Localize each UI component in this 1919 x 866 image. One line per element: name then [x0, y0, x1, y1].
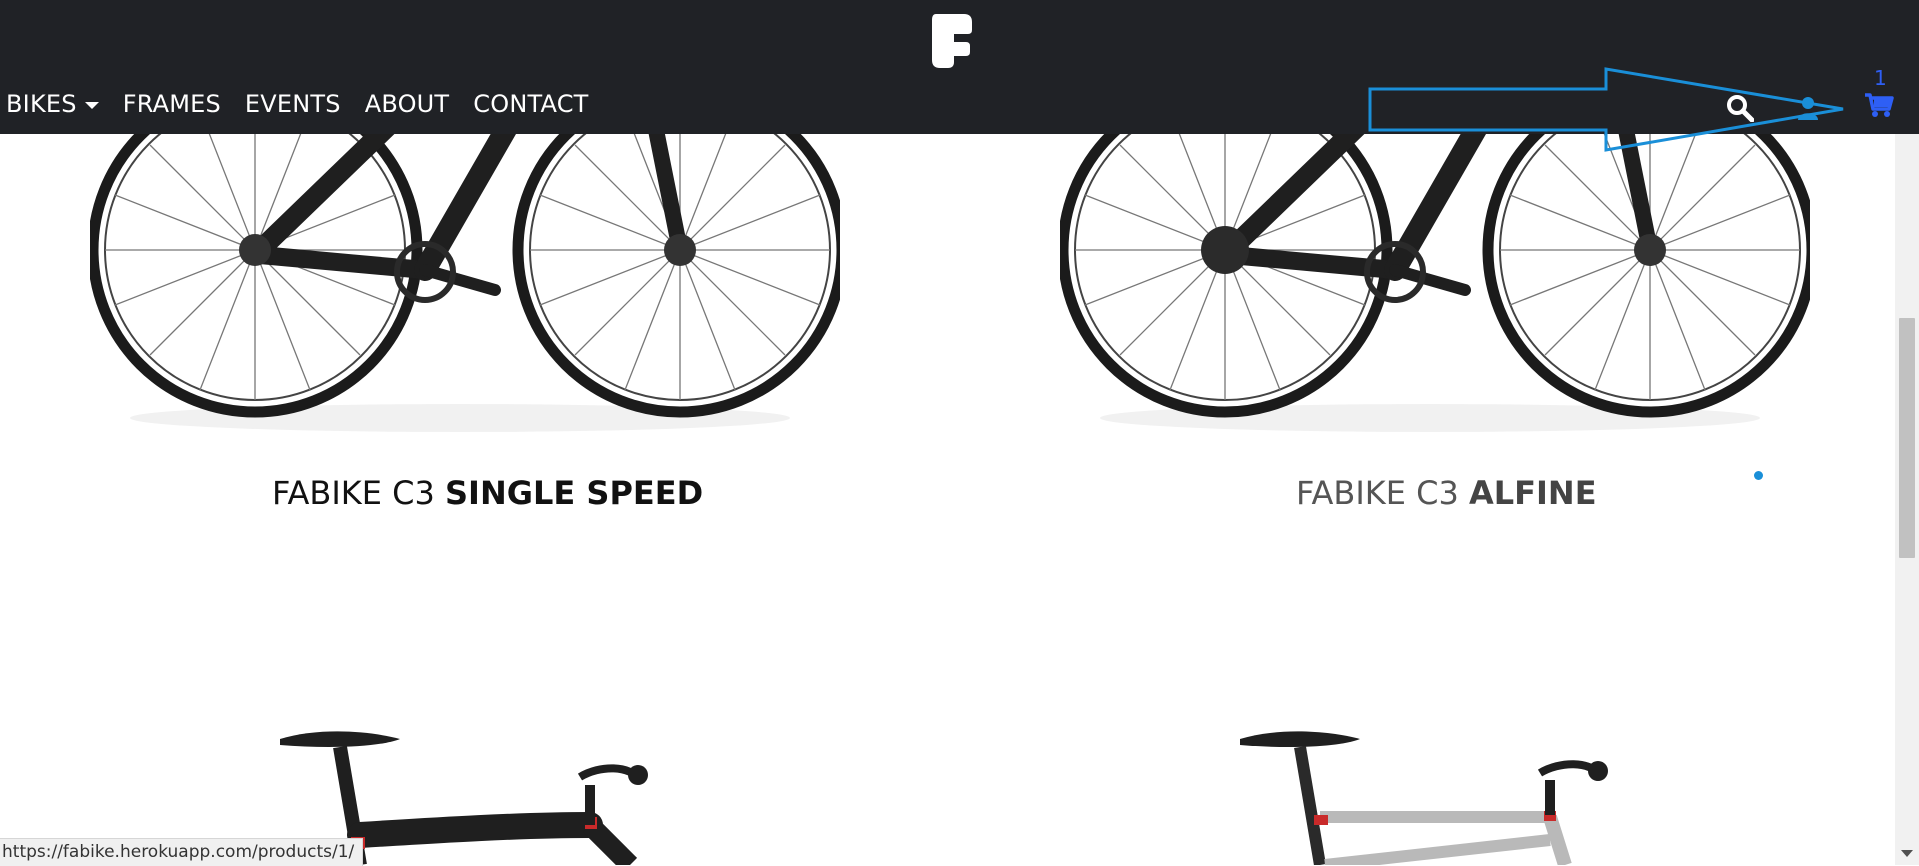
product-model: SINGLE SPEED [445, 474, 704, 512]
nav-contact-label: CONTACT [473, 90, 589, 118]
browser-status-url: https://fabike.herokuapp.com/products/1/ [0, 838, 364, 866]
nav-bikes-label: BIKES [6, 90, 77, 118]
nav-events-label: EVENTS [244, 90, 341, 118]
product-model: ALFINE [1469, 474, 1597, 512]
product-title-single-speed[interactable]: FABIKE C3 SINGLE SPEED [272, 474, 703, 512]
nav-events[interactable]: EVENTS [245, 90, 341, 118]
product-image-alfine[interactable] [1060, 100, 1810, 440]
product-image-single-speed[interactable] [90, 100, 840, 440]
user-icon[interactable] [1797, 96, 1819, 120]
cart-count-badge: 1 [1874, 66, 1887, 90]
product-brand: FABIKE C3 [1296, 474, 1469, 512]
top-navbar: BIKES FRAMES EVENTS ABOUT CONTACT 1 [0, 0, 1919, 134]
scrollbar-thumb[interactable] [1899, 318, 1915, 558]
nav-frames-label: FRAMES [122, 90, 221, 118]
cart-button[interactable]: 1 [1862, 68, 1902, 122]
search-icon[interactable] [1726, 94, 1754, 122]
cart-icon [1865, 93, 1894, 117]
fabike-logo-icon[interactable] [930, 12, 976, 70]
nav-frames[interactable]: FRAMES [123, 90, 221, 118]
cursor-dot [1754, 471, 1763, 480]
nav-contact[interactable]: CONTACT [473, 90, 588, 118]
nav-about-label: ABOUT [364, 90, 450, 118]
product-image-steel-frame[interactable] [1230, 725, 1670, 865]
scroll-down-arrow-icon[interactable] [1901, 850, 1913, 857]
product-brand: FABIKE C3 [272, 474, 445, 512]
nav-about[interactable]: ABOUT [365, 90, 450, 118]
caret-down-icon [84, 101, 99, 109]
main-menu: BIKES FRAMES EVENTS ABOUT CONTACT [6, 90, 589, 118]
product-title-alfine[interactable]: FABIKE C3 ALFINE [1296, 474, 1597, 512]
nav-bikes[interactable]: BIKES [6, 90, 99, 118]
